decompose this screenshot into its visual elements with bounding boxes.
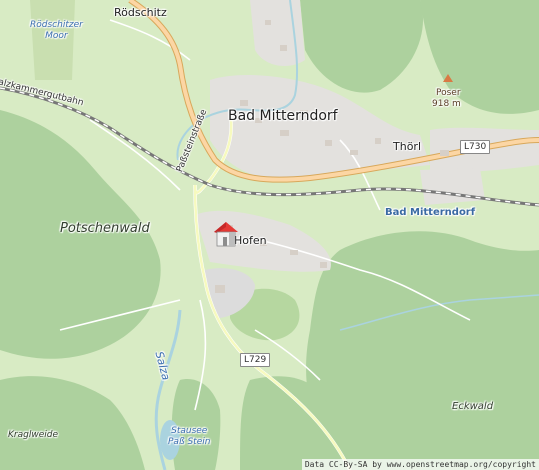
label-rodschitzer-moor: Rödschitzer Moor bbox=[30, 20, 83, 41]
label-poser-elevation: 918 m bbox=[432, 99, 461, 109]
road-ref-l729: L729 bbox=[240, 353, 271, 367]
label-thorl: Thörl bbox=[393, 140, 421, 153]
label-bad-mitterndorf: Bad Mitterndorf bbox=[228, 108, 338, 124]
label-rodschitz: Rödschitz bbox=[114, 6, 167, 19]
map-view[interactable]: Rödschitz Rödschitzer Moor Bad Mitterndo… bbox=[0, 0, 539, 470]
label-eckwald: Eckwald bbox=[452, 401, 494, 412]
label-kraglweide: Kraglweide bbox=[8, 430, 58, 440]
label-poser: Poser bbox=[436, 88, 461, 98]
map-attribution[interactable]: Data CC-By-SA by www.openstreetmap.org/c… bbox=[301, 459, 539, 470]
house-icon[interactable] bbox=[211, 218, 241, 248]
label-potschenwald: Potschenwald bbox=[60, 221, 150, 236]
road-ref-l730: L730 bbox=[460, 140, 491, 154]
label-stausee-pass-stein: Stausee Paß Stein bbox=[168, 426, 211, 447]
label-station-bad-mitterndorf: Bad Mitterndorf bbox=[385, 207, 476, 218]
